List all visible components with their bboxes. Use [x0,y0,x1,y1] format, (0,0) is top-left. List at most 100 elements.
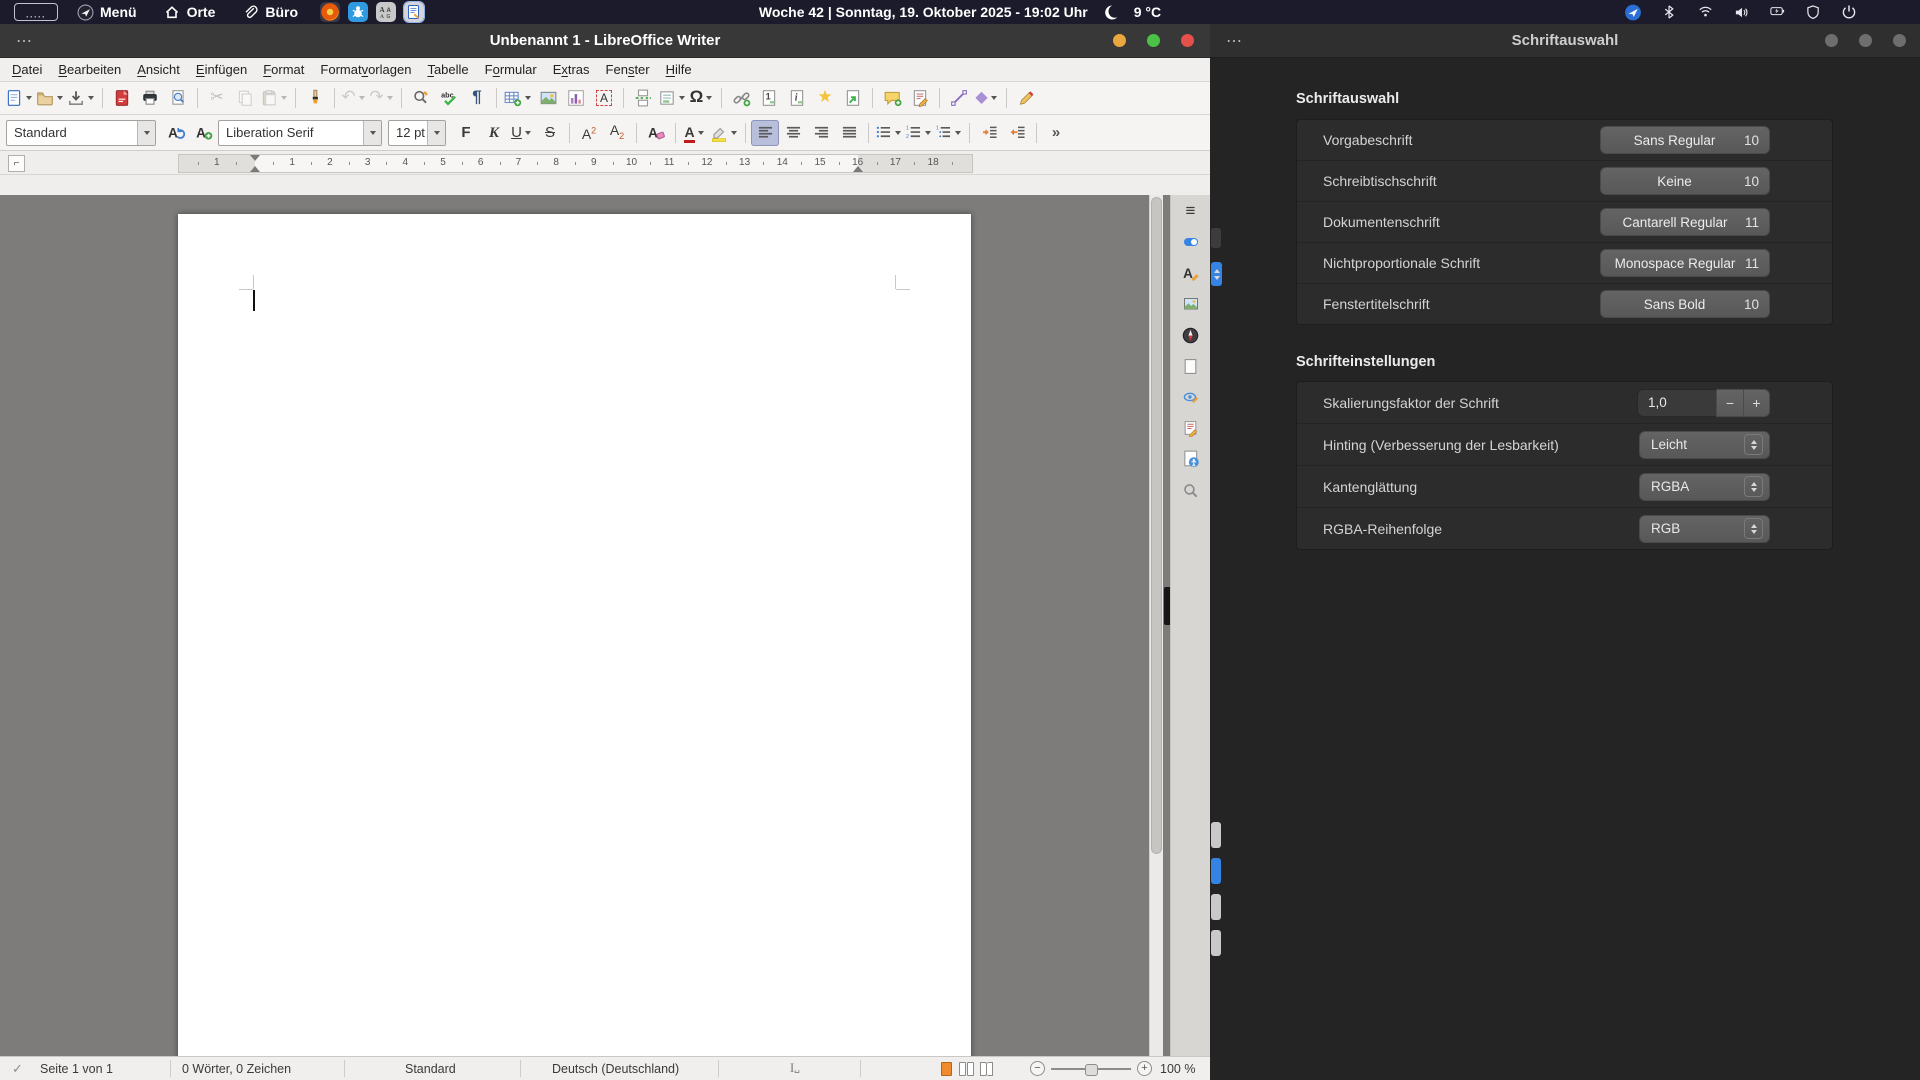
font-chooser-button[interactable]: Sans Bold 10 [1600,290,1770,318]
menu-formatvorlagen[interactable]: Formatvorlagen [312,60,419,79]
document-area[interactable]: ≡ A [0,195,1210,1057]
sidebar-tab-properties[interactable] [1177,230,1204,254]
package-app-launcher[interactable] [348,2,369,22]
clear-formatting-button[interactable]: A [642,120,670,146]
underline-button[interactable]: U [508,120,536,146]
horizontal-ruler[interactable]: 1 1 2 3 4 5 6 7 8 9 10 11 12 13 14 15 16 17 18 [178,154,973,173]
cut-button[interactable]: ✂ [203,85,231,111]
bold-button[interactable]: F [452,120,480,146]
menu-formular[interactable]: Formular [477,60,545,79]
shield-tray-icon[interactable] [1804,3,1822,21]
dropdown-arrow-icon[interactable] [679,96,685,100]
writer-titlebar[interactable]: ⋯ Unbenannt 1 - LibreOffice Writer [0,24,1210,58]
sidebar-tab-find[interactable] [1177,478,1204,502]
fontwin-maximize-button[interactable] [1859,34,1872,47]
dropdown-arrow-icon[interactable] [706,96,713,100]
word-count-status[interactable]: 0 Wörter, 0 Zeichen [182,1057,291,1080]
dropdown-arrow-icon[interactable] [386,96,393,100]
menu-tabelle[interactable]: Tabelle [419,60,476,79]
dropdown-arrow-icon[interactable] [524,130,531,135]
insert-bookmark-button[interactable]: ★ [811,85,839,111]
combo-arrow-icon[interactable] [363,120,381,145]
insert-cross-reference-button[interactable] [839,85,867,111]
sidebar-tab-accessibility-check[interactable] [1177,447,1204,471]
italic-button[interactable]: K [480,120,508,146]
insert-mode-icon[interactable]: I ␣ [790,1057,800,1080]
setting-dropdown[interactable]: RGBA [1639,472,1770,501]
firefox-launcher[interactable] [320,2,341,22]
dropdown-arrow-icon[interactable] [358,96,365,100]
print-button[interactable] [136,85,164,111]
new-style-button[interactable]: A [190,120,218,146]
menu-hilfe[interactable]: Hilfe [658,60,700,79]
spelling-button[interactable]: abc [435,85,463,111]
new-document-button[interactable] [4,85,35,111]
dropdown-arrow-icon[interactable] [57,96,63,100]
menu-button[interactable]: Menü [68,0,145,24]
zoom-slider-thumb[interactable] [1085,1063,1098,1076]
insert-endnote-button[interactable]: i [783,85,811,111]
export-pdf-button[interactable] [108,85,136,111]
combo-arrow-icon[interactable] [137,120,155,145]
print-preview-button[interactable] [164,85,192,111]
language-status[interactable]: Deutsch (Deutschland) [552,1057,679,1080]
page-number-status[interactable]: Seite 1 von 1 [40,1057,113,1080]
insert-field-button[interactable] [657,85,688,111]
budgie-applet-tray-icon[interactable] [1624,3,1642,21]
multi-page-view-button[interactable] [958,1060,974,1077]
update-style-button[interactable]: A [162,120,190,146]
font-size-combo[interactable]: 12 pt [388,119,446,146]
sidebar-tab-sidebar-menu[interactable]: ≡ [1177,199,1204,223]
font-chooser-button[interactable]: Monospace Regular 11 [1600,249,1770,277]
scrollbar-thumb[interactable] [1151,197,1162,854]
strikethrough-button[interactable]: S [536,120,564,146]
dropdown-arrow-icon[interactable] [88,96,94,100]
writer-app-launcher[interactable] [403,1,426,23]
insert-line-button[interactable] [945,85,973,111]
insert-image-button[interactable] [534,85,562,111]
setting-dropdown[interactable]: RGB [1639,514,1770,543]
find-replace-button[interactable] [407,85,435,111]
writer-maximize-button[interactable] [1147,34,1160,47]
zoom-out-button[interactable]: − [1030,1061,1045,1076]
dropdown-arrow-icon[interactable] [955,130,961,135]
menu-fenster[interactable]: Fenster [598,60,658,79]
bluetooth-tray-icon[interactable] [1660,3,1678,21]
subscript-button[interactable]: A2 [603,120,631,146]
track-changes-button[interactable] [906,85,934,111]
battery-tray-icon[interactable] [1768,3,1786,21]
insert-table-button[interactable] [502,85,534,111]
left-indent-marker[interactable] [249,166,260,172]
superscript-button[interactable]: A2 [575,120,603,146]
clone-formatting-button[interactable] [301,85,329,111]
places-button[interactable]: Orte [155,0,224,24]
dropdown-arrow-icon[interactable] [525,96,531,100]
font-color-button[interactable]: A [681,120,709,146]
sidebar-tab-style-inspector[interactable] [1177,385,1204,409]
menu-bearbeiten[interactable]: Bearbeiten [50,60,129,79]
window-picker-button[interactable]: ····· [14,3,58,22]
menu-einfügen[interactable]: Einfügen [188,60,255,79]
left-indent-marker[interactable] [249,155,260,161]
redo-button[interactable]: ↷ [368,85,396,111]
special-character-button[interactable]: Ω [688,85,716,111]
toolbar-overflow-button[interactable]: » [1042,120,1070,146]
dropdown-arrow-icon[interactable] [895,130,901,135]
sidebar-tab-gallery[interactable] [1177,292,1204,316]
increase-indent-button[interactable] [975,120,1003,146]
draw-functions-button[interactable] [1012,85,1040,111]
align-justify-button[interactable] [835,120,863,146]
save-button[interactable] [66,85,97,111]
right-indent-marker[interactable] [852,166,863,172]
outline-list-button[interactable]: 1 [934,120,964,146]
insert-hyperlink-button[interactable] [727,85,755,111]
dropdown-arrow-icon[interactable] [26,96,32,100]
zoom-slider[interactable] [1051,1063,1131,1076]
menu-ansicht[interactable]: Ansicht [129,60,188,79]
wifi-tray-icon[interactable] [1696,3,1714,21]
basic-shapes-button[interactable]: ◆ [973,85,1001,111]
sidebar-tab-navigator[interactable] [1177,323,1204,347]
dropdown-arrow-icon[interactable] [731,130,737,135]
combo-arrow-icon[interactable] [427,120,445,145]
undo-button[interactable]: ↶ [340,85,368,111]
